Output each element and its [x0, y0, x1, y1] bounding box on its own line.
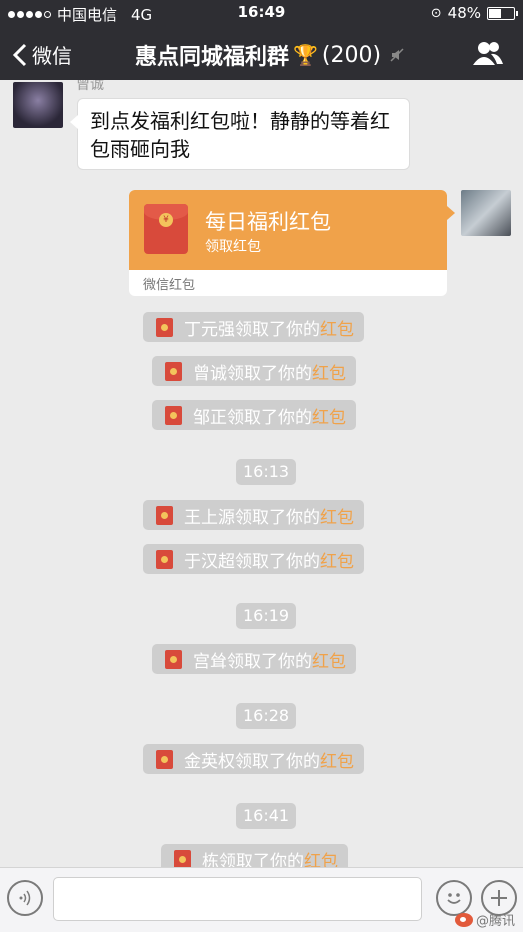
message-input[interactable] [53, 877, 422, 921]
battery-percent: 48% [447, 4, 481, 22]
red-envelope-icon [165, 361, 182, 381]
chat-title: 惠点同城福利群 🏆 (200) [135, 39, 405, 71]
group-members-icon[interactable] [473, 40, 503, 66]
red-packet-link[interactable]: 红包 [320, 747, 354, 772]
red-envelope-icon [165, 649, 182, 669]
red-packet-link[interactable]: 红包 [312, 359, 346, 384]
group-name: 惠点同城福利群 [135, 45, 290, 70]
chevron-left-icon [12, 43, 27, 66]
red-envelope-icon [174, 849, 191, 867]
red-packet-card[interactable]: ¥ 每日福利红包 领取红包 微信红包 [129, 190, 447, 296]
red-packet-subtitle: 领取红包 [205, 239, 261, 255]
claim-notice: 曾诚 领取了你的 红包 [152, 356, 356, 386]
chat-area[interactable]: 曾诚 到点发福利红包啦！静静的等着红包雨砸向我 ¥ 每日福利红包 领取红包 微信… [0, 80, 523, 867]
timestamp: 16:28 [236, 703, 297, 729]
red-packet-link[interactable]: 红包 [320, 315, 354, 340]
claim-notice: 金英权 领取了你的 红包 [143, 744, 364, 774]
back-button[interactable]: 微信 [12, 40, 72, 69]
red-packet-link[interactable]: 红包 [304, 847, 338, 868]
red-packet-footer: 微信红包 [143, 278, 196, 293]
voice-button[interactable] [7, 880, 43, 916]
claim-notice: 于汉超 领取了你的 红包 [143, 544, 364, 574]
status-bar: 中国电信 4G 16:49 ⊙ 48% [0, 0, 523, 26]
red-packet-link[interactable]: 红包 [320, 503, 354, 528]
rotation-lock-icon: ⊙ [430, 5, 442, 21]
timestamp: 16:13 [236, 459, 297, 485]
claim-notice: 栋领取了你的 红包 [161, 844, 348, 867]
smiley-icon [447, 893, 461, 904]
red-envelope-icon [165, 405, 182, 425]
red-envelope-icon [156, 505, 173, 525]
message-bubble[interactable]: 到点发福利红包啦！静静的等着红包雨砸向我 [70, 98, 410, 170]
mute-icon [390, 48, 404, 62]
red-packet-link[interactable]: 红包 [312, 403, 346, 428]
red-packet-link[interactable]: 红包 [320, 547, 354, 572]
avatar[interactable] [13, 82, 63, 128]
sender-name: 曾诚 [76, 80, 104, 93]
watermark: @腾讯 [454, 910, 515, 929]
my-avatar[interactable] [461, 190, 511, 236]
trophy-icon: 🏆 [293, 43, 318, 67]
claim-notice: 邹正 领取了你的 红包 [152, 400, 356, 430]
timestamp: 16:19 [236, 603, 297, 629]
claim-notice: 王上源 领取了你的 红包 [143, 500, 364, 530]
member-count: (200) [321, 42, 382, 68]
plus-icon [491, 890, 507, 906]
red-envelope-icon [156, 317, 173, 337]
weibo-logo-icon [454, 912, 473, 927]
timestamp: 16:41 [236, 803, 297, 829]
claim-notice: 宫耸 领取了你的 红包 [152, 644, 356, 674]
red-envelope-icon: ¥ [144, 204, 188, 254]
battery-icon [487, 6, 518, 20]
voice-icon [19, 890, 31, 906]
red-packet-link[interactable]: 红包 [312, 647, 346, 672]
red-envelope-icon [156, 749, 173, 769]
red-packet-title: 每日福利红包 [205, 210, 331, 234]
back-label: 微信 [32, 44, 72, 68]
nav-bar: 微信 惠点同城福利群 🏆 (200) [0, 26, 523, 80]
input-bar [0, 867, 523, 932]
red-envelope-icon [156, 549, 173, 569]
claim-notice: 丁元强 领取了你的 红包 [143, 312, 364, 342]
